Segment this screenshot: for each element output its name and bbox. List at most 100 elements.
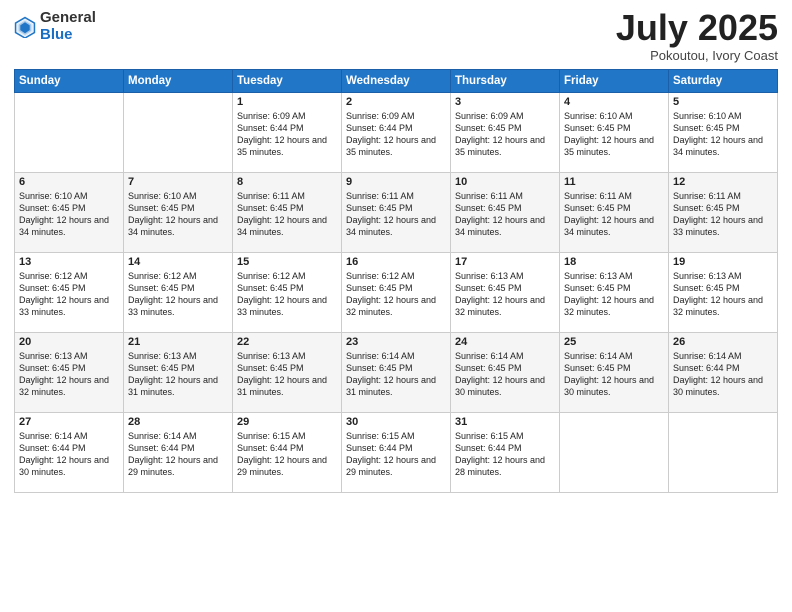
day-number: 16 <box>346 256 446 268</box>
calendar-cell: 17 Sunrise: 6:13 AM Sunset: 6:45 PM Dayli… <box>451 253 560 333</box>
calendar-cell: 14 Sunrise: 6:12 AM Sunset: 6:45 PM Dayli… <box>124 253 233 333</box>
cell-details: Sunrise: 6:10 AM Sunset: 6:45 PM Dayligh… <box>673 110 773 159</box>
day-number: 13 <box>19 256 119 268</box>
cell-details: Sunrise: 6:14 AM Sunset: 6:45 PM Dayligh… <box>346 350 446 399</box>
cell-details: Sunrise: 6:14 AM Sunset: 6:44 PM Dayligh… <box>128 430 228 479</box>
calendar-cell: 25Sunrise: 6:14 AM Sunset: 6:45 PM Dayli… <box>560 333 669 413</box>
cell-details: Sunrise: 6:09 AM Sunset: 6:45 PM Dayligh… <box>455 110 555 159</box>
calendar-cell: 19 Sunrise: 6:13 AM Sunset: 6:45 PM Dayli… <box>669 253 778 333</box>
day-number: 28 <box>128 416 228 428</box>
cell-details: Sunrise: 6:15 AM Sunset: 6:44 PM Dayligh… <box>455 430 555 479</box>
cell-details: Sunrise: 6:12 AM Sunset: 6:45 PM Dayligh… <box>19 270 119 319</box>
calendar-cell: 23 Sunrise: 6:14 AM Sunset: 6:45 PM Dayli… <box>342 333 451 413</box>
day-number: 18 <box>564 256 664 268</box>
calendar-week-2: 6 Sunrise: 6:10 AM Sunset: 6:45 PM Daylig… <box>15 173 778 253</box>
calendar-header-sunday: Sunday <box>15 70 124 93</box>
calendar-cell: 29 Sunrise: 6:15 AM Sunset: 6:44 PM Dayli… <box>233 413 342 493</box>
calendar-cell: 2 Sunrise: 6:09 AM Sunset: 6:44 PM Daylig… <box>342 93 451 173</box>
cell-details: Sunrise: 6:13 AM Sunset: 6:45 PM Dayligh… <box>128 350 228 399</box>
calendar-cell: 31Sunrise: 6:15 AM Sunset: 6:44 PM Dayli… <box>451 413 560 493</box>
calendar-cell: 4 Sunrise: 6:10 AM Sunset: 6:45 PM Daylig… <box>560 93 669 173</box>
day-number: 6 <box>19 176 119 188</box>
calendar-header-thursday: Thursday <box>451 70 560 93</box>
calendar-cell: 16 Sunrise: 6:12 AM Sunset: 6:45 PM Dayli… <box>342 253 451 333</box>
title-month: July 2025 <box>616 10 778 46</box>
calendar-cell: 8Sunrise: 6:11 AM Sunset: 6:45 PM Daylig… <box>233 173 342 253</box>
calendar-cell: 3 Sunrise: 6:09 AM Sunset: 6:45 PM Daylig… <box>451 93 560 173</box>
calendar-week-4: 20 Sunrise: 6:13 AM Sunset: 6:45 PM Dayli… <box>15 333 778 413</box>
day-number: 14 <box>128 256 228 268</box>
cell-details: Sunrise: 6:11 AM Sunset: 6:45 PM Dayligh… <box>455 190 555 239</box>
calendar-header-row: SundayMondayTuesdayWednesdayThursdayFrid… <box>15 70 778 93</box>
calendar-cell: 12Sunrise: 6:11 AM Sunset: 6:45 PM Dayli… <box>669 173 778 253</box>
cell-details: Sunrise: 6:11 AM Sunset: 6:45 PM Dayligh… <box>673 190 773 239</box>
day-number: 29 <box>237 416 337 428</box>
cell-details: Sunrise: 6:09 AM Sunset: 6:44 PM Dayligh… <box>346 110 446 159</box>
calendar-cell: 30 Sunrise: 6:15 AM Sunset: 6:44 PM Dayli… <box>342 413 451 493</box>
cell-details: Sunrise: 6:13 AM Sunset: 6:45 PM Dayligh… <box>564 270 664 319</box>
calendar-week-5: 27 Sunrise: 6:14 AM Sunset: 6:44 PM Dayli… <box>15 413 778 493</box>
calendar-header-friday: Friday <box>560 70 669 93</box>
calendar-cell: 9 Sunrise: 6:11 AM Sunset: 6:45 PM Daylig… <box>342 173 451 253</box>
cell-details: Sunrise: 6:14 AM Sunset: 6:44 PM Dayligh… <box>19 430 119 479</box>
day-number: 19 <box>673 256 773 268</box>
cell-details: Sunrise: 6:13 AM Sunset: 6:45 PM Dayligh… <box>19 350 119 399</box>
calendar-week-1: 1Sunrise: 6:09 AM Sunset: 6:44 PM Daylig… <box>15 93 778 173</box>
day-number: 30 <box>346 416 446 428</box>
day-number: 4 <box>564 96 664 108</box>
calendar-cell: 1Sunrise: 6:09 AM Sunset: 6:44 PM Daylig… <box>233 93 342 173</box>
cell-details: Sunrise: 6:12 AM Sunset: 6:45 PM Dayligh… <box>346 270 446 319</box>
page: General Blue July 2025 Pokoutou, Ivory C… <box>0 0 792 612</box>
day-number: 22 <box>237 336 337 348</box>
calendar-cell: 18 Sunrise: 6:13 AM Sunset: 6:45 PM Dayli… <box>560 253 669 333</box>
calendar-cell: 6 Sunrise: 6:10 AM Sunset: 6:45 PM Daylig… <box>15 173 124 253</box>
cell-details: Sunrise: 6:10 AM Sunset: 6:45 PM Dayligh… <box>564 110 664 159</box>
cell-details: Sunrise: 6:15 AM Sunset: 6:44 PM Dayligh… <box>346 430 446 479</box>
day-number: 25 <box>564 336 664 348</box>
calendar-cell: 27 Sunrise: 6:14 AM Sunset: 6:44 PM Dayli… <box>15 413 124 493</box>
day-number: 7 <box>128 176 228 188</box>
day-number: 23 <box>346 336 446 348</box>
logo-blue: Blue <box>40 26 73 43</box>
day-number: 9 <box>346 176 446 188</box>
logo-general: General <box>40 9 96 26</box>
cell-details: Sunrise: 6:12 AM Sunset: 6:45 PM Dayligh… <box>128 270 228 319</box>
day-number: 15 <box>237 256 337 268</box>
header: General Blue July 2025 Pokoutou, Ivory C… <box>14 10 778 63</box>
calendar-cell: 21 Sunrise: 6:13 AM Sunset: 6:45 PM Dayli… <box>124 333 233 413</box>
calendar-cell <box>669 413 778 493</box>
calendar-cell: 20 Sunrise: 6:13 AM Sunset: 6:45 PM Dayli… <box>15 333 124 413</box>
day-number: 5 <box>673 96 773 108</box>
title-block: July 2025 Pokoutou, Ivory Coast <box>616 10 778 63</box>
calendar-header-monday: Monday <box>124 70 233 93</box>
day-number: 2 <box>346 96 446 108</box>
day-number: 10 <box>455 176 555 188</box>
calendar-week-3: 13 Sunrise: 6:12 AM Sunset: 6:45 PM Dayli… <box>15 253 778 333</box>
cell-details: Sunrise: 6:10 AM Sunset: 6:45 PM Dayligh… <box>19 190 119 239</box>
logo: General Blue <box>14 10 96 43</box>
cell-details: Sunrise: 6:15 AM Sunset: 6:44 PM Dayligh… <box>237 430 337 479</box>
day-number: 3 <box>455 96 555 108</box>
cell-details: Sunrise: 6:12 AM Sunset: 6:45 PM Dayligh… <box>237 270 337 319</box>
day-number: 26 <box>673 336 773 348</box>
day-number: 20 <box>19 336 119 348</box>
calendar-cell: 5 Sunrise: 6:10 AM Sunset: 6:45 PM Daylig… <box>669 93 778 173</box>
cell-details: Sunrise: 6:14 AM Sunset: 6:45 PM Dayligh… <box>455 350 555 399</box>
calendar-cell: 15 Sunrise: 6:12 AM Sunset: 6:45 PM Dayli… <box>233 253 342 333</box>
cell-details: Sunrise: 6:13 AM Sunset: 6:45 PM Dayligh… <box>455 270 555 319</box>
day-number: 27 <box>19 416 119 428</box>
cell-details: Sunrise: 6:13 AM Sunset: 6:45 PM Dayligh… <box>237 350 337 399</box>
cell-details: Sunrise: 6:14 AM Sunset: 6:44 PM Dayligh… <box>673 350 773 399</box>
calendar-cell <box>15 93 124 173</box>
day-number: 24 <box>455 336 555 348</box>
cell-details: Sunrise: 6:13 AM Sunset: 6:45 PM Dayligh… <box>673 270 773 319</box>
calendar-cell: 28 Sunrise: 6:14 AM Sunset: 6:44 PM Dayli… <box>124 413 233 493</box>
calendar-cell: 22 Sunrise: 6:13 AM Sunset: 6:45 PM Dayli… <box>233 333 342 413</box>
title-location: Pokoutou, Ivory Coast <box>616 48 778 63</box>
cell-details: Sunrise: 6:11 AM Sunset: 6:45 PM Dayligh… <box>564 190 664 239</box>
calendar-header-wednesday: Wednesday <box>342 70 451 93</box>
day-number: 17 <box>455 256 555 268</box>
day-number: 21 <box>128 336 228 348</box>
cell-details: Sunrise: 6:11 AM Sunset: 6:45 PM Dayligh… <box>346 190 446 239</box>
logo-icon <box>14 16 36 38</box>
